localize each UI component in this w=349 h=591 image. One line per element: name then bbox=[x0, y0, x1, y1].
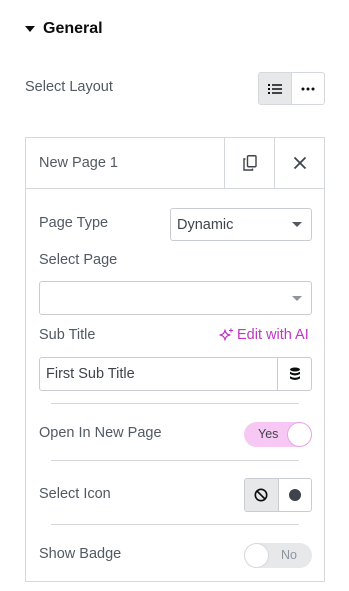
sparkle-icon bbox=[219, 328, 233, 341]
toggle-knob bbox=[245, 544, 268, 567]
sub-title-input[interactable]: First Sub Title bbox=[39, 357, 312, 391]
select-icon-label: Select Icon bbox=[39, 486, 111, 502]
ban-icon bbox=[254, 488, 268, 502]
close-icon bbox=[293, 156, 306, 170]
database-icon bbox=[289, 367, 300, 380]
select-page-label: Select Page bbox=[39, 252, 118, 268]
caret-down-icon bbox=[25, 26, 35, 32]
divider bbox=[51, 460, 299, 461]
sub-title-label: Sub Title bbox=[39, 327, 96, 343]
toggle-knob bbox=[288, 423, 311, 446]
sub-title-value: First Sub Title bbox=[46, 366, 135, 382]
layout-switch bbox=[258, 72, 325, 105]
select-layout-label: Select Layout bbox=[25, 79, 113, 95]
select-page-select[interactable] bbox=[39, 281, 312, 315]
divider bbox=[51, 524, 299, 525]
page-type-select[interactable]: Dynamic bbox=[170, 208, 312, 241]
layout-list-button[interactable] bbox=[259, 73, 291, 104]
toggle-on-label: Yes bbox=[258, 427, 279, 441]
section-title: General bbox=[43, 20, 103, 37]
more-icon bbox=[301, 87, 315, 90]
show-badge-label: Show Badge bbox=[39, 546, 122, 562]
section-header[interactable]: General bbox=[25, 18, 103, 40]
divider bbox=[51, 403, 299, 404]
edit-with-ai-label: Edit with AI bbox=[237, 327, 309, 343]
show-badge-toggle[interactable]: No bbox=[244, 543, 312, 568]
page-type-label: Page Type bbox=[39, 215, 109, 231]
icon-custom-button[interactable] bbox=[277, 479, 312, 511]
open-new-page-label: Open In New Page bbox=[39, 425, 162, 441]
page-type-value: Dynamic bbox=[177, 216, 234, 233]
icon-choose-control bbox=[244, 478, 312, 512]
repeater-item-title[interactable]: New Page 1 bbox=[26, 155, 224, 171]
open-new-page-toggle[interactable]: Yes bbox=[244, 422, 312, 447]
toggle-off-label: No bbox=[281, 548, 297, 562]
repeater-item-header: New Page 1 bbox=[26, 138, 324, 189]
circle-icon bbox=[288, 489, 301, 501]
dynamic-tags-button[interactable] bbox=[277, 358, 311, 390]
remove-button[interactable] bbox=[274, 138, 324, 188]
chevron-down-icon bbox=[292, 295, 302, 301]
list-icon bbox=[268, 83, 282, 94]
duplicate-button[interactable] bbox=[224, 138, 274, 188]
copy-icon bbox=[242, 155, 257, 171]
layout-more-button[interactable] bbox=[291, 73, 324, 104]
edit-with-ai-button[interactable]: Edit with AI bbox=[219, 327, 309, 343]
chevron-down-icon bbox=[292, 222, 302, 227]
icon-none-button[interactable] bbox=[245, 479, 278, 511]
